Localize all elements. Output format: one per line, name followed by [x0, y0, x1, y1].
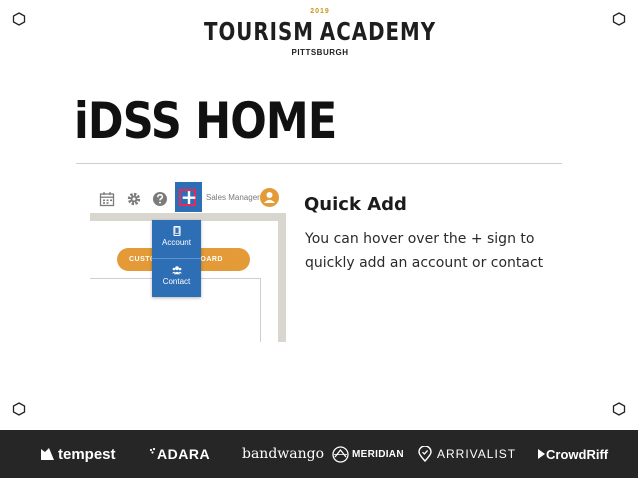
tourism-academy-logo: 2019 TOURISM ACADEMY PITTSBURGH — [204, 8, 435, 68]
sponsor-name: bandwango — [242, 446, 325, 462]
sponsor-name: CrowdRiff — [546, 446, 609, 462]
crowdriff-logo-icon — [538, 449, 545, 459]
logo-year: 2019 — [310, 8, 330, 15]
sponsor-crowdriff: CrowdRiff — [537, 430, 608, 478]
sponsor-name: tempest — [58, 445, 116, 463]
sponsor-bandwango: bandwango — [242, 430, 324, 478]
dropdown-item-contact[interactable]: Contact — [152, 259, 201, 297]
sponsor-name: ARRIVALIST — [437, 447, 517, 461]
quick-add-dropdown: Account Contact — [152, 220, 201, 297]
sponsor-tempest: tempest — [40, 430, 116, 478]
app-screenshot: + Sales Manager CUSTO ASHBOARD Account — [90, 180, 286, 342]
hexagon-icon — [612, 402, 626, 416]
sponsor-footer: tempest ADARA bandwango MERIDIAN ARRIVAL… — [0, 430, 638, 478]
page-title: iDSS HOME — [74, 92, 337, 150]
logo-word-tourism: TOURISM — [203, 17, 314, 47]
help-icon[interactable] — [152, 191, 168, 207]
hexagon-icon — [12, 12, 26, 26]
sponsor-name: ADARA — [157, 446, 211, 462]
sponsor-arrivalist: ARRIVALIST — [418, 430, 516, 478]
adara-logo-icon — [149, 447, 156, 454]
tempest-logo-icon — [41, 448, 54, 460]
gear-icon[interactable] — [126, 191, 142, 207]
avatar[interactable] — [260, 188, 279, 207]
dropdown-item-label: Account — [162, 238, 191, 247]
sponsor-name: MERIDIAN — [352, 448, 404, 460]
hexagon-icon — [12, 402, 26, 416]
user-role-label: Sales Manager — [206, 193, 260, 202]
hexagon-icon — [612, 12, 626, 26]
map-pin-icon — [418, 446, 432, 462]
dropdown-item-account[interactable]: Account — [152, 220, 201, 258]
logo-word-academy: ACADEMY — [319, 17, 437, 47]
meridian-logo-icon — [332, 445, 349, 463]
sponsor-adara: ADARA — [149, 430, 210, 478]
sponsor-meridian: MERIDIAN — [332, 430, 404, 478]
logo-city: PITTSBURGH — [291, 48, 349, 57]
calendar-icon[interactable] — [99, 191, 115, 207]
title-divider — [76, 163, 562, 164]
section-heading: Quick Add — [304, 194, 407, 215]
tablet-icon — [172, 226, 181, 236]
users-icon — [171, 266, 182, 275]
side-band — [278, 213, 286, 342]
plus-icon[interactable]: + — [178, 182, 200, 212]
user-icon — [264, 192, 275, 203]
section-body: You can hover over the + sign to quickly… — [305, 231, 544, 271]
dropdown-item-label: Contact — [162, 277, 191, 286]
